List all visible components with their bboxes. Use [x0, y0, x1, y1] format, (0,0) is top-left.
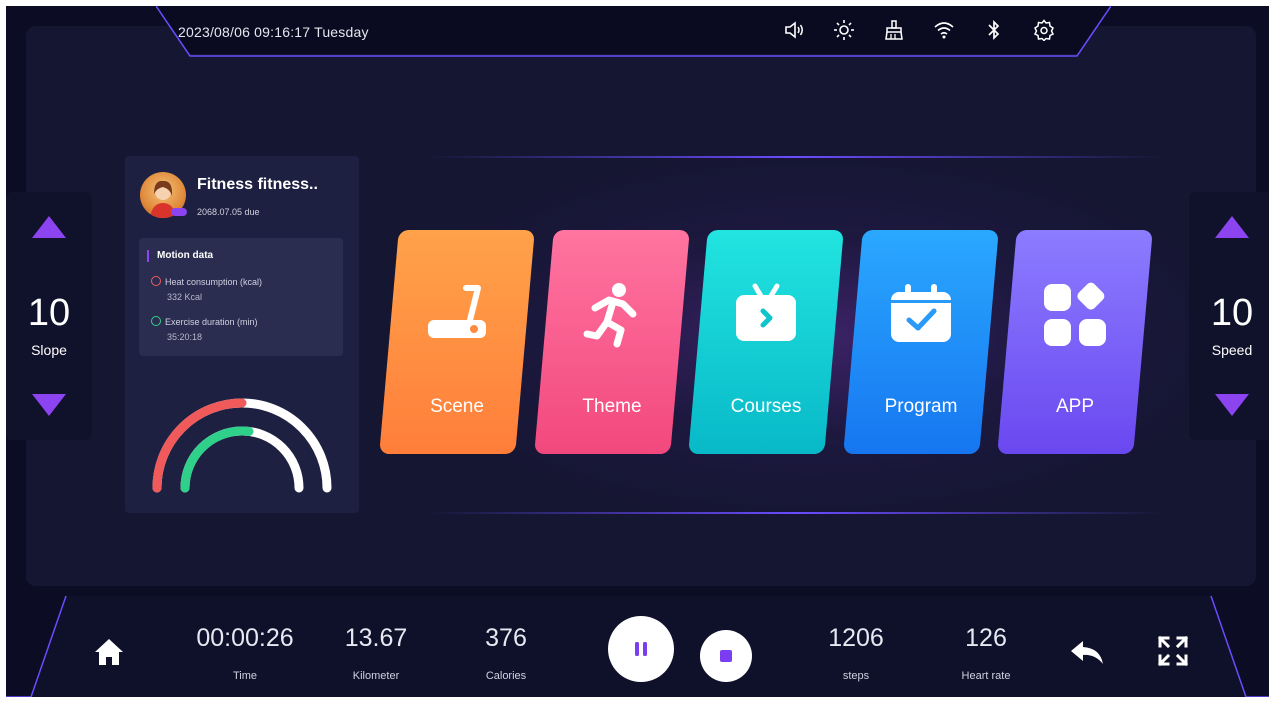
pause-icon: [635, 642, 647, 656]
heat-consumption-row: Heat consumption (kcal): [151, 276, 262, 287]
fullscreen-icon[interactable]: [1156, 634, 1190, 668]
slope-label: Slope: [31, 342, 67, 358]
slope-value: 10: [27, 292, 71, 334]
steps-value: 1206: [828, 624, 884, 652]
stop-button[interactable]: [700, 630, 752, 682]
user-name: Fitness fitness..: [197, 176, 318, 193]
speed-up-button[interactable]: [1215, 216, 1249, 238]
membership-due: 2068.07.05 due: [197, 207, 260, 217]
gauge-green-arc: [180, 426, 254, 493]
tile-courses-label: Courses: [730, 396, 802, 417]
stop-icon: [720, 650, 732, 662]
exercise-duration-value: 35:20:18: [167, 332, 203, 342]
heat-consumption-label: Heat consumption (kcal): [165, 277, 263, 287]
apps-icon: [1044, 282, 1106, 346]
slope-up-button[interactable]: [32, 216, 66, 238]
back-icon[interactable]: [1069, 638, 1105, 666]
speed-value: 10: [1210, 292, 1254, 334]
kilometer-label: Kilometer: [352, 670, 400, 682]
calories-label: Calories: [485, 670, 527, 682]
home-icon[interactable]: [93, 637, 125, 667]
settings-icon[interactable]: [1032, 18, 1056, 42]
broom-icon[interactable]: [882, 18, 906, 42]
vip-badge: [171, 208, 187, 216]
runner-icon: [583, 283, 637, 348]
motion-data-panel: Motion data Heat consumption (kcal) 332 …: [139, 238, 343, 356]
treadmill-icon: [428, 285, 486, 338]
divider-bottom: [426, 512, 1166, 514]
exercise-duration-label: Exercise duration (min): [165, 317, 258, 327]
heart-rate-value: 126: [965, 624, 1007, 652]
tile-app[interactable]: APP: [997, 230, 1153, 454]
speed-control: 10 Speed: [1189, 192, 1269, 440]
pause-button[interactable]: [608, 616, 674, 682]
tile-program[interactable]: Program: [843, 230, 999, 454]
status-bar: 2023/08/06 09:16:17 Tuesday: [156, 6, 1111, 58]
tile-theme-label: Theme: [582, 396, 642, 417]
profile-card: Fitness fitness.. 2068.07.05 due Motion …: [125, 156, 359, 513]
speed-down-button[interactable]: [1215, 394, 1249, 416]
motion-data-title: Motion data: [147, 250, 213, 262]
flame-icon: [151, 276, 161, 286]
heart-rate-label: Heart rate: [961, 670, 1011, 682]
tile-theme[interactable]: Theme: [534, 230, 690, 454]
kilometer-value: 13.67: [344, 624, 408, 652]
heat-consumption-value: 332 Kcal: [167, 292, 203, 302]
volume-icon[interactable]: [782, 18, 806, 42]
video-icon: [736, 283, 796, 341]
tile-program-label: Program: [884, 396, 958, 417]
datetime-label: 2023/08/06 09:16:17 Tuesday: [178, 24, 369, 40]
time-value: 00:00:26: [196, 624, 294, 652]
exercise-duration-row: Exercise duration (min): [151, 316, 258, 327]
app-screen: 2023/08/06 09:16:17 Tuesday 10 Slope 10 …: [6, 6, 1269, 697]
brightness-icon[interactable]: [832, 18, 856, 42]
slope-control: 10 Slope: [6, 192, 92, 440]
bluetooth-icon[interactable]: [982, 18, 1006, 42]
status-icons: [782, 18, 1056, 42]
slope-down-button[interactable]: [32, 394, 66, 416]
time-label: Time: [232, 670, 258, 682]
wifi-icon[interactable]: [932, 18, 956, 42]
tile-scene[interactable]: Scene: [379, 230, 535, 454]
divider-top: [426, 156, 1166, 158]
calendar-check-icon: [891, 284, 951, 342]
clock-icon: [151, 316, 161, 326]
progress-gauge: [152, 398, 332, 493]
speed-label: Speed: [1211, 342, 1253, 358]
steps-label: steps: [842, 670, 870, 682]
calories-value: 376: [485, 624, 527, 652]
tile-app-label: APP: [1055, 396, 1095, 417]
tile-scene-label: Scene: [430, 396, 484, 417]
tile-courses[interactable]: Courses: [688, 230, 844, 454]
